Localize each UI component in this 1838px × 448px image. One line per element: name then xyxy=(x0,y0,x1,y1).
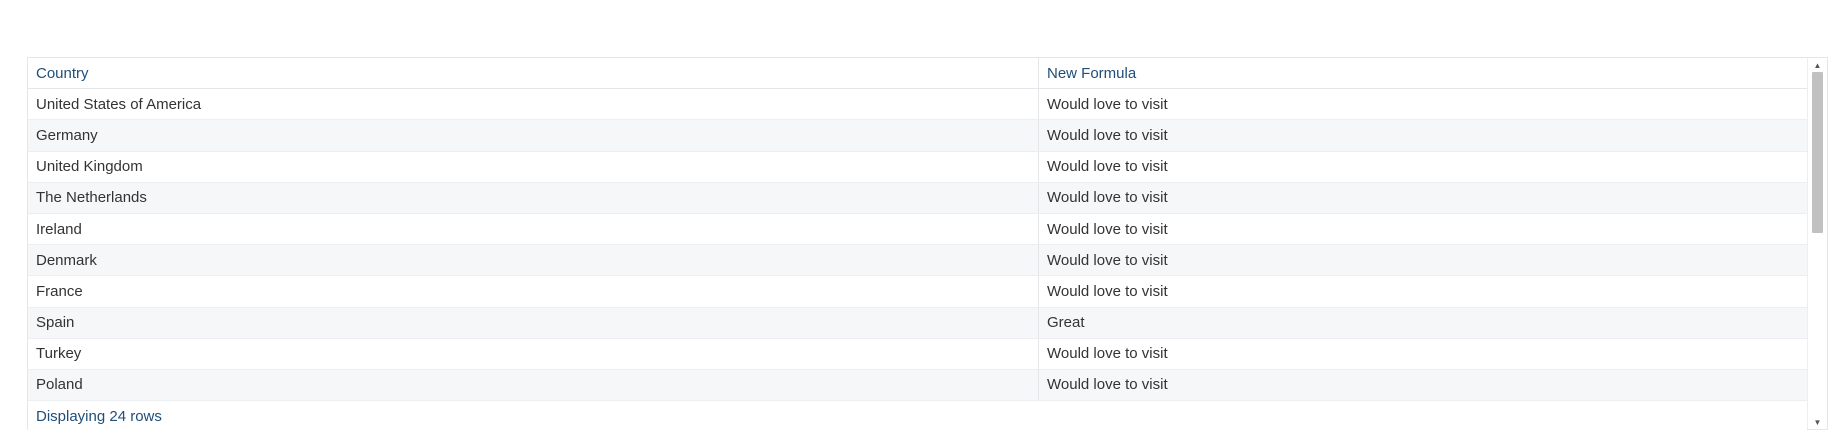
header-row: Country New Formula xyxy=(28,58,1807,90)
scroll-up-icon[interactable]: ▲ xyxy=(1808,58,1827,72)
new-formula-cell[interactable]: Would love to visit xyxy=(1039,152,1807,182)
country-cell[interactable]: Ireland xyxy=(28,213,1039,245)
country-cell[interactable]: Poland xyxy=(28,369,1039,401)
new-formula-cell[interactable]: Would love to visit xyxy=(1039,276,1807,306)
new-formula-cell[interactable]: Would love to visit xyxy=(1039,245,1807,275)
new-formula-cell[interactable]: Would love to visit xyxy=(1039,370,1807,400)
country-cell[interactable]: France xyxy=(28,276,1039,307)
vertical-scrollbar[interactable]: ▲ ▼ xyxy=(1807,58,1827,429)
new-formula-cell[interactable]: Would love to visit xyxy=(1039,214,1807,244)
new-formula-cell[interactable]: Great xyxy=(1039,308,1807,338)
scroll-down-icon[interactable]: ▼ xyxy=(1808,415,1827,429)
new-formula-cell[interactable]: Would love to visit xyxy=(1039,183,1807,213)
data-grid: Country New Formula United States of Ame… xyxy=(27,57,1828,430)
table-row[interactable]: Ireland Would love to visit xyxy=(28,213,1807,246)
column-header-country[interactable]: Country xyxy=(28,58,1039,89)
new-formula-cell[interactable]: Would love to visit xyxy=(1039,339,1807,369)
table-row[interactable]: Turkey Would love to visit xyxy=(28,338,1807,370)
table-row[interactable]: Denmark Would love to visit xyxy=(28,245,1807,277)
new-formula-cell[interactable]: Would love to visit xyxy=(1039,89,1807,119)
scrollbar-thumb[interactable] xyxy=(1812,72,1823,233)
table-row[interactable]: Spain Great xyxy=(28,307,1807,339)
table-row[interactable]: Poland Would love to visit xyxy=(28,369,1807,402)
table-row[interactable]: The Netherlands Would love to visit xyxy=(28,182,1807,214)
new-formula-cell[interactable]: Would love to visit xyxy=(1039,120,1807,150)
table-row[interactable]: Germany Would love to visit xyxy=(28,120,1807,152)
table-row[interactable]: United Kingdom Would love to visit xyxy=(28,151,1807,183)
country-cell[interactable]: The Netherlands xyxy=(28,182,1039,213)
table-row[interactable]: United States of America Would love to v… xyxy=(28,89,1807,121)
country-cell[interactable]: United Kingdom xyxy=(28,151,1039,182)
country-cell[interactable]: Turkey xyxy=(28,338,1039,369)
country-cell[interactable]: Spain xyxy=(28,307,1039,338)
table-row[interactable]: France Would love to visit xyxy=(28,276,1807,308)
grid-viewport[interactable]: Country New Formula United States of Ame… xyxy=(28,58,1807,402)
country-cell[interactable]: Germany xyxy=(28,120,1039,151)
row-count-footer: Displaying 24 rows xyxy=(28,402,1807,430)
country-cell[interactable]: United States of America xyxy=(28,89,1039,120)
column-header-new-formula[interactable]: New Formula xyxy=(1039,58,1807,88)
country-cell[interactable]: Denmark xyxy=(28,245,1039,276)
